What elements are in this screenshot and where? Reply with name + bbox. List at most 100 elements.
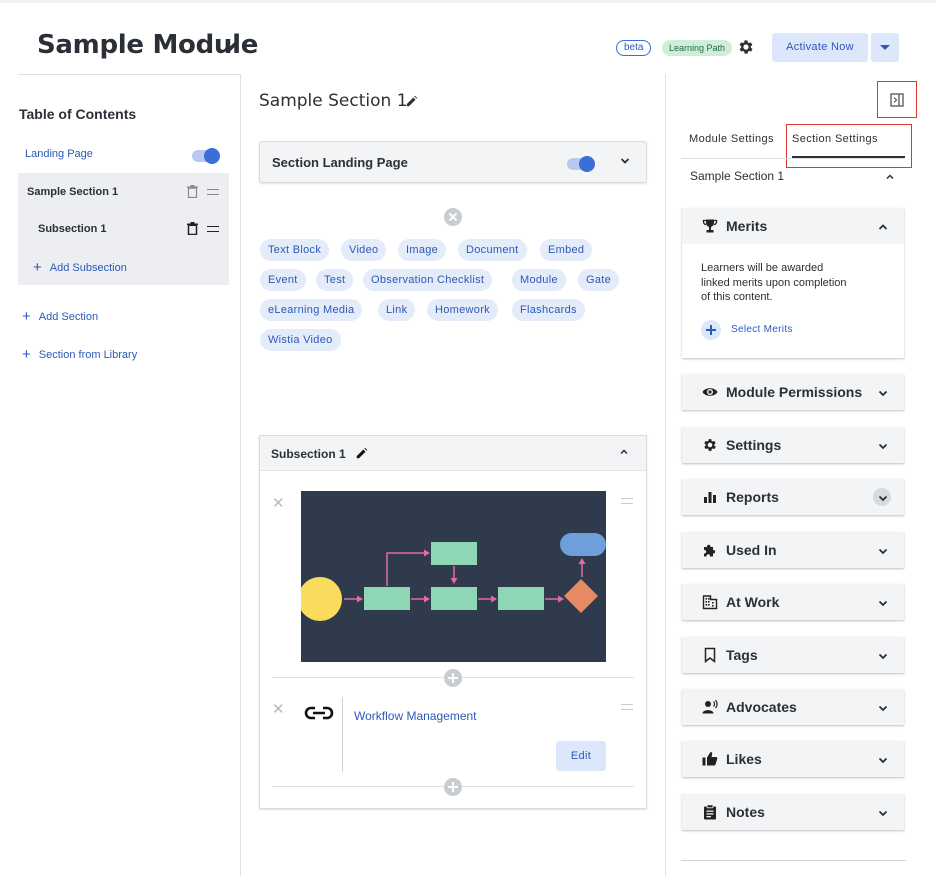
section-landing-page-toggle[interactable] [567, 156, 595, 172]
plus-icon: + [22, 346, 31, 363]
subsection-card: Subsection 1 ✕ ✕ Workflow Management Edi… [259, 435, 647, 809]
content-type-chip[interactable]: eLearning Media [260, 299, 363, 321]
drag-handle-icon[interactable] [207, 226, 219, 232]
gear-icon [702, 437, 718, 453]
chevron-up-icon[interactable] [884, 170, 896, 188]
close-icon[interactable] [444, 208, 462, 226]
add-content-icon[interactable] [444, 669, 462, 687]
drag-handle-icon[interactable] [621, 704, 633, 710]
divider [240, 74, 241, 876]
toc-landing-page-link[interactable]: Landing Page [25, 148, 93, 160]
selected-section-label[interactable]: Sample Section 1 [690, 169, 784, 183]
toc-section-item[interactable]: Sample Section 1 [27, 186, 118, 198]
merits-label: Merits [726, 218, 768, 234]
accordion-tags[interactable]: Tags [682, 637, 904, 673]
accordion-likes[interactable]: Likes [682, 741, 904, 777]
clipboard-icon [702, 804, 718, 820]
puzzle-icon [702, 542, 718, 558]
trash-icon[interactable] [187, 222, 198, 240]
panel-toggle-button[interactable] [877, 81, 917, 118]
merits-description: Learners will be awarded linked merits u… [701, 262, 847, 303]
activate-now-button[interactable]: Activate Now [772, 33, 868, 62]
edit-section-icon[interactable] [405, 94, 419, 113]
learning-path-badge: Learning Path [662, 40, 733, 56]
accordion-used-in[interactable]: Used In [682, 532, 904, 568]
chevron-down-icon [877, 753, 889, 771]
merits-header[interactable]: Merits [682, 208, 904, 244]
chevron-down-icon [877, 439, 889, 457]
toc-subsection-item[interactable]: Subsection 1 [38, 223, 106, 235]
remove-item-icon[interactable]: ✕ [272, 700, 285, 718]
drag-handle-icon[interactable] [621, 498, 633, 504]
content-type-chip[interactable]: Module [512, 269, 566, 291]
merits-panel: Merits Learners will be awarded linked m… [682, 208, 904, 358]
edit-title-icon[interactable] [225, 38, 241, 59]
divider [342, 697, 343, 772]
workflow-diagram-image [301, 491, 606, 662]
landing-page-toggle[interactable] [192, 148, 220, 164]
add-subsection-button[interactable]: + Add Subsection [33, 259, 127, 276]
tab-section-settings[interactable]: Section Settings [792, 133, 878, 145]
content-type-chip[interactable]: Event [260, 269, 306, 291]
content-type-chip[interactable]: Homework [427, 299, 498, 321]
accordion-settings[interactable]: Settings [682, 427, 904, 463]
plus-icon [701, 320, 721, 340]
plus-icon: + [22, 308, 31, 325]
content-type-chip[interactable]: Flashcards [512, 299, 585, 321]
accordion-notes[interactable]: Notes [682, 794, 904, 830]
drag-handle-icon[interactable] [207, 189, 219, 195]
content-type-chip[interactable]: Text Block [260, 239, 330, 261]
section-landing-page-label: Section Landing Page [272, 155, 408, 170]
tab-module-settings[interactable]: Module Settings [689, 133, 774, 145]
accordion-module-permissions[interactable]: Module Permissions [682, 374, 904, 410]
chevron-down-icon [877, 544, 889, 562]
section-landing-page-card[interactable]: Section Landing Page [259, 141, 647, 183]
accordion-advocates[interactable]: Advocates [682, 689, 904, 725]
subsection-title: Subsection 1 [271, 447, 346, 461]
bookmark-icon [702, 647, 718, 664]
subsection-header: Subsection 1 [260, 436, 646, 471]
eye-icon [702, 384, 718, 400]
chevron-down-icon [877, 701, 889, 719]
trash-icon[interactable] [187, 185, 198, 203]
bar-chart-icon [702, 489, 718, 505]
top-border [0, 0, 936, 3]
section-from-library-button[interactable]: + Section from Library [22, 346, 137, 363]
chevron-down-icon[interactable] [618, 154, 632, 173]
add-content-icon[interactable] [444, 778, 462, 796]
beta-badge: beta [616, 40, 652, 56]
content-type-chip[interactable]: Image [398, 239, 447, 261]
edit-subsection-icon[interactable] [355, 446, 369, 465]
content-type-chip[interactable]: Gate [578, 269, 620, 291]
content-type-chip[interactable]: Test [316, 269, 354, 291]
person-voice-icon [702, 699, 718, 715]
active-tab-indicator [792, 156, 905, 158]
trophy-icon [702, 218, 718, 234]
divider [18, 74, 240, 75]
edit-link-button[interactable]: Edit [556, 741, 606, 771]
panel-collapse-icon [890, 93, 904, 112]
divider [681, 860, 906, 861]
link-title[interactable]: Workflow Management [354, 709, 477, 723]
chevron-up-icon[interactable] [618, 445, 630, 463]
content-type-chip[interactable]: Video [341, 239, 387, 261]
building-icon [702, 594, 718, 610]
add-section-button[interactable]: + Add Section [22, 308, 98, 325]
accordion-reports[interactable]: Reports [682, 479, 904, 515]
divider [681, 158, 904, 159]
accordion-at-work[interactable]: At Work [682, 584, 904, 620]
activate-dropdown-button[interactable] [871, 33, 899, 62]
toc-title: Table of Contents [19, 106, 137, 122]
content-type-chip[interactable]: Observation Checklist [363, 269, 493, 291]
content-type-chip[interactable]: Link [378, 299, 416, 321]
content-type-chip[interactable]: Wistia Video [260, 329, 341, 351]
chevron-down-icon [877, 386, 889, 404]
remove-item-icon[interactable]: ✕ [272, 494, 285, 512]
thumbs-up-icon [702, 751, 718, 767]
content-type-chip[interactable]: Document [458, 239, 527, 261]
chevron-up-icon[interactable] [877, 220, 889, 238]
content-type-chip[interactable]: Embed [540, 239, 593, 261]
chevron-down-icon [877, 806, 889, 824]
select-merits-label: Select Merits [731, 324, 793, 335]
gear-icon[interactable] [737, 38, 755, 61]
